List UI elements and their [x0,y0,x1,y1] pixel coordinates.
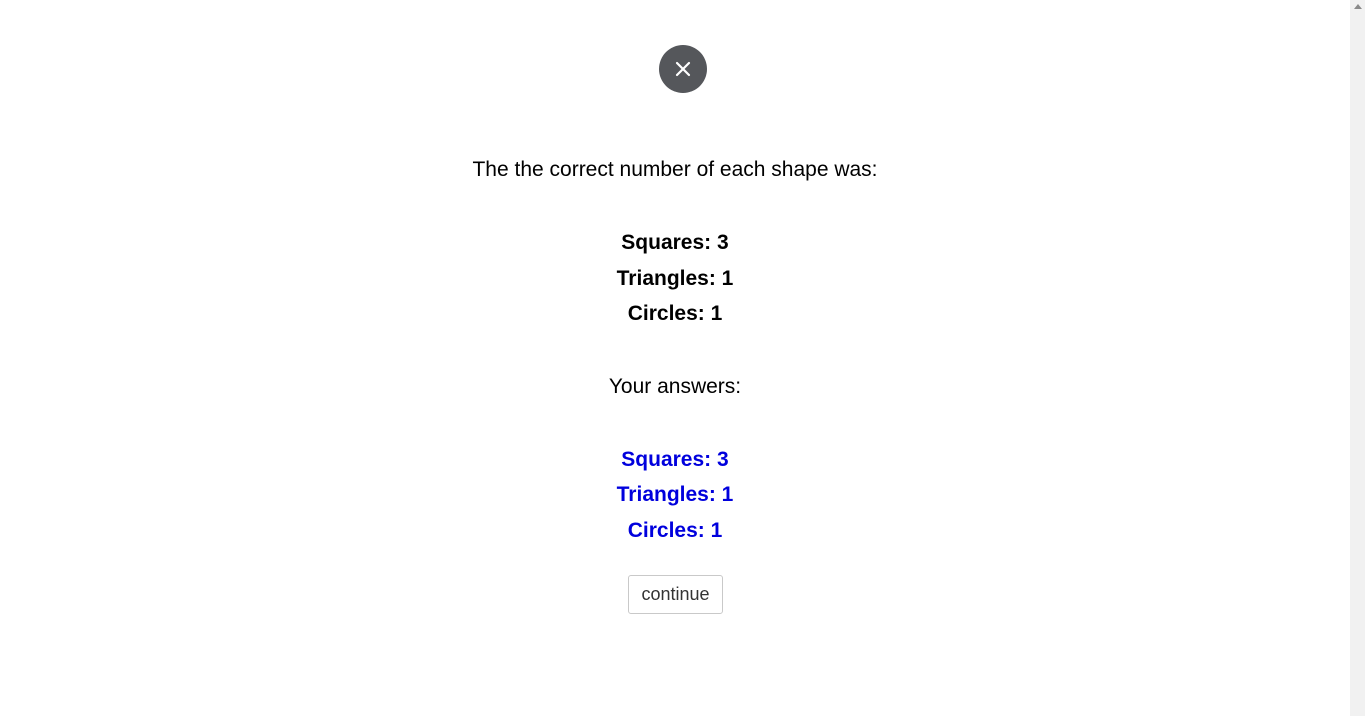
correct-counts-list: Squares: 3 Triangles: 1 Circles: 1 [0,225,1350,332]
answer-circles: Circles: 1 [627,518,723,542]
scroll-up-arrow-icon[interactable] [1354,4,1362,9]
intro-text: The the correct number of each shape was… [472,158,878,181]
answer-triangles: Triangles: 1 [616,483,734,506]
close-button[interactable] [659,45,707,93]
close-icon [675,61,691,77]
feedback-page: The the correct number of each shape was… [0,0,1350,716]
correct-count-triangles: Triangles: 1 [616,266,734,290]
answers-heading: Your answers: [608,374,742,398]
your-answers-list: Squares: 3 Triangles: 1 Circles: 1 [0,442,1350,549]
answer-squares: Squares: 3 [621,447,729,471]
correct-count-squares: Squares: 3 [621,231,729,254]
correct-count-circles: Circles: 1 [627,302,723,325]
feedback-content: The the correct number of each shape was… [0,155,1350,548]
vertical-scrollbar[interactable] [1350,0,1365,716]
continue-button[interactable]: continue [628,575,723,614]
